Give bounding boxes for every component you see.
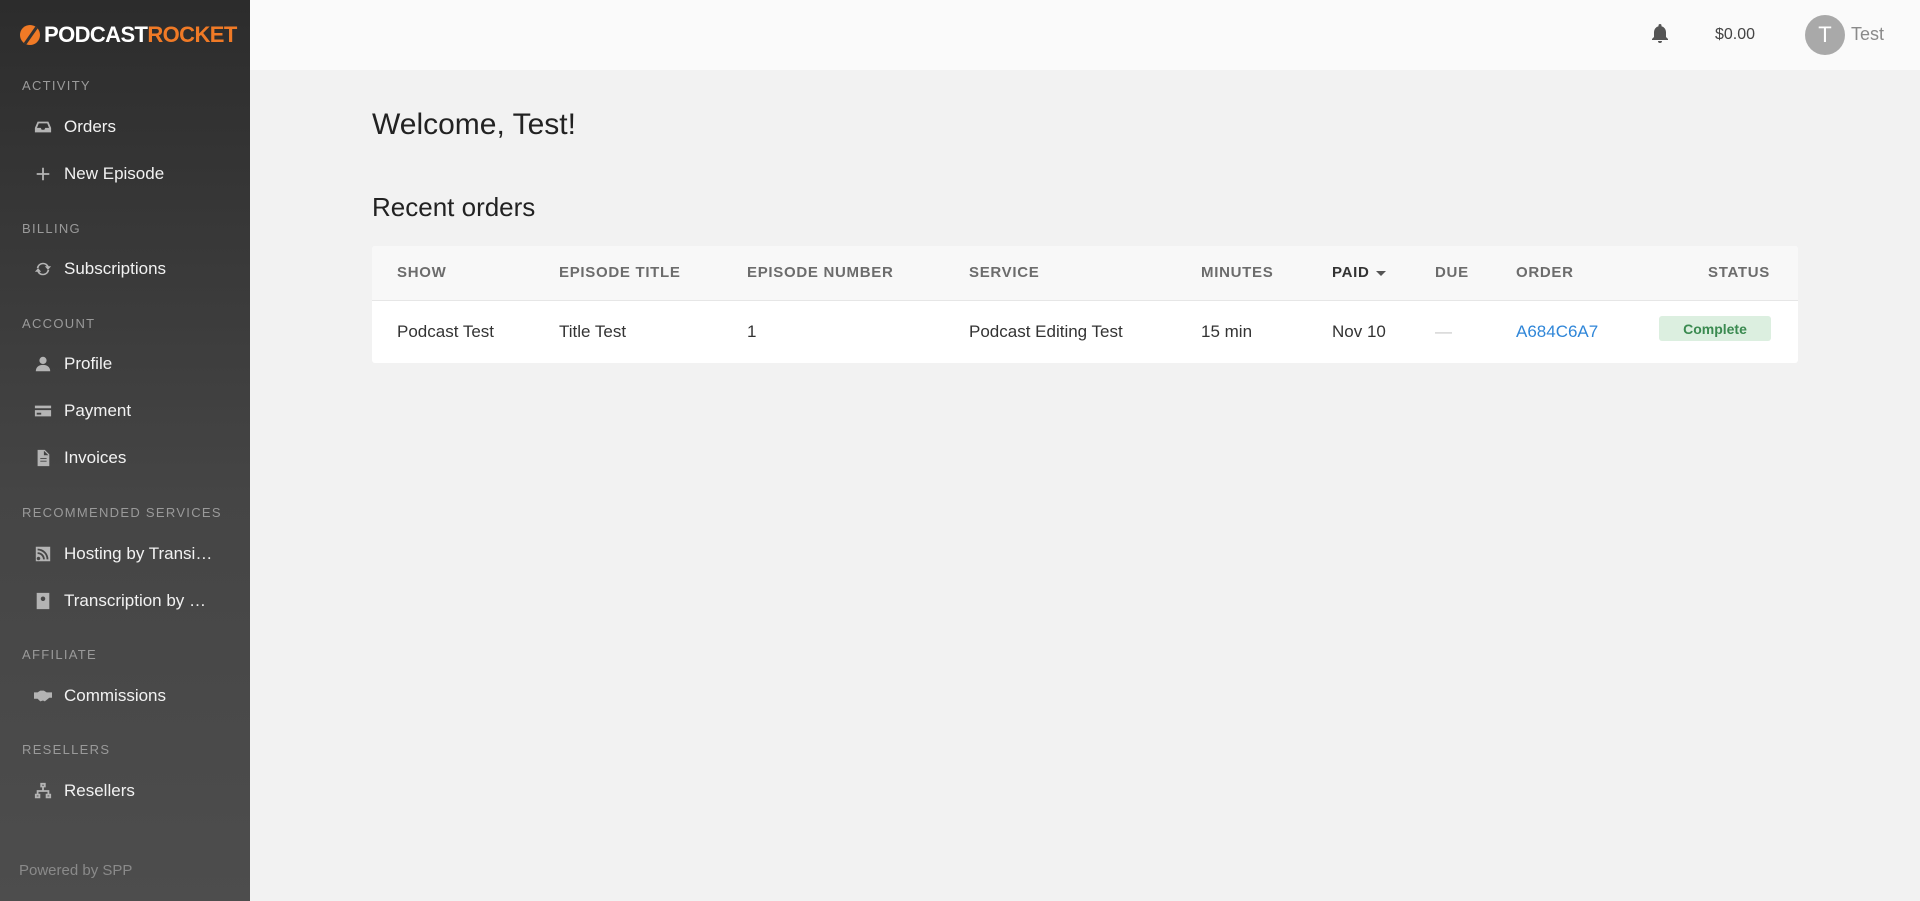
section-affiliate: AFFILIATE (22, 647, 98, 662)
powered-by-link[interactable]: Powered by SPP (19, 862, 132, 879)
credit-card-icon (33, 401, 53, 421)
sidebar-item-label: Resellers (64, 781, 135, 800)
page-title: Welcome, Test! (372, 108, 576, 141)
sidebar: PODCAST ROCKET ACTIVITY Orders New Episo… (0, 0, 250, 901)
section-billing: BILLING (22, 221, 81, 236)
sidebar-item-orders[interactable]: Orders (0, 107, 250, 147)
sidebar-item-label: Payment (64, 401, 132, 420)
sidebar-item-payment[interactable]: Payment (0, 391, 250, 431)
section-resellers: RESELLERS (22, 742, 111, 757)
sidebar-item-profile[interactable]: Profile (0, 344, 250, 384)
column-header-due[interactable]: DUE (1435, 264, 1469, 281)
cell-paid: Nov 10 (1332, 322, 1386, 341)
recent-orders-heading: Recent orders (372, 192, 536, 222)
refresh-icon (33, 259, 53, 279)
inbox-icon (33, 117, 53, 137)
cell-episode-title: Title Test (559, 322, 627, 341)
sidebar-item-new-episode[interactable]: New Episode (0, 154, 250, 194)
column-header-episode-title[interactable]: EPISODE TITLE (559, 264, 681, 281)
logo-text-rocket: ROCKET (147, 22, 237, 47)
sidebar-item-hosting[interactable]: Hosting by Transistor (0, 534, 250, 574)
column-header-minutes[interactable]: MINUTES (1201, 264, 1273, 281)
bell-icon[interactable] (1651, 24, 1671, 46)
podcast-rocket-logo[interactable]: PODCAST ROCKET (20, 22, 237, 47)
sidebar-item-label: Subscriptions (64, 259, 167, 278)
rss-icon (33, 544, 53, 564)
plus-icon (33, 164, 53, 184)
user-icon (33, 354, 53, 374)
sidebar-item-label: New Episode (64, 164, 165, 183)
cell-episode-number: 1 (747, 322, 757, 341)
cell-minutes: 15 min (1201, 322, 1253, 341)
account-balance[interactable]: $0.00 (1715, 26, 1755, 44)
contact-book-icon (33, 591, 53, 611)
sidebar-item-label: Hosting by Transistor (64, 544, 214, 563)
rocket-logo-icon (20, 25, 40, 45)
column-header-paid-label: PAID (1332, 264, 1370, 281)
sidebar-item-label: Invoices (64, 448, 127, 467)
column-header-paid[interactable]: PAID (1332, 264, 1386, 281)
sidebar-item-label: Transcription by Rev (64, 591, 214, 610)
sidebar-item-label: Orders (64, 117, 116, 136)
sidebar-item-transcription[interactable]: Transcription by Rev (0, 581, 250, 621)
column-header-episode-number[interactable]: EPISODE NUMBER (747, 264, 894, 281)
orders-table: SHOW EPISODE TITLE EPISODE NUMBER SERVIC… (372, 246, 1798, 363)
sort-caret-down-icon (1375, 270, 1386, 276)
order-link[interactable]: A684C6A7 (1516, 322, 1598, 342)
sidebar-item-commissions[interactable]: Commissions (0, 676, 250, 716)
user-menu-name[interactable]: Test (1851, 24, 1884, 45)
column-header-show[interactable]: SHOW (397, 264, 446, 281)
column-header-order[interactable]: ORDER (1516, 264, 1574, 281)
section-account: ACCOUNT (22, 316, 96, 331)
logo-text-podcast: PODCAST (44, 22, 148, 47)
sidebar-item-resellers[interactable]: Resellers (0, 771, 250, 811)
sidebar-item-label: Profile (64, 354, 113, 373)
sitemap-icon (33, 781, 53, 801)
column-header-service[interactable]: SERVICE (969, 264, 1039, 281)
section-activity: ACTIVITY (22, 78, 91, 93)
cell-show: Podcast Test (397, 322, 495, 341)
sidebar-item-subscriptions[interactable]: Subscriptions (0, 249, 250, 289)
column-header-status[interactable]: STATUS (1708, 264, 1770, 281)
avatar[interactable]: T (1805, 15, 1845, 55)
section-recommended-services: RECOMMENDED SERVICES (22, 505, 222, 520)
cell-service: Podcast Editing Test (969, 322, 1123, 341)
cell-due: — (1435, 322, 1452, 341)
file-icon (33, 448, 53, 468)
status-badge: Complete (1659, 316, 1771, 341)
sidebar-item-label: Commissions (64, 686, 167, 705)
sidebar-item-invoices[interactable]: Invoices (0, 438, 250, 478)
handshake-icon (33, 686, 53, 706)
